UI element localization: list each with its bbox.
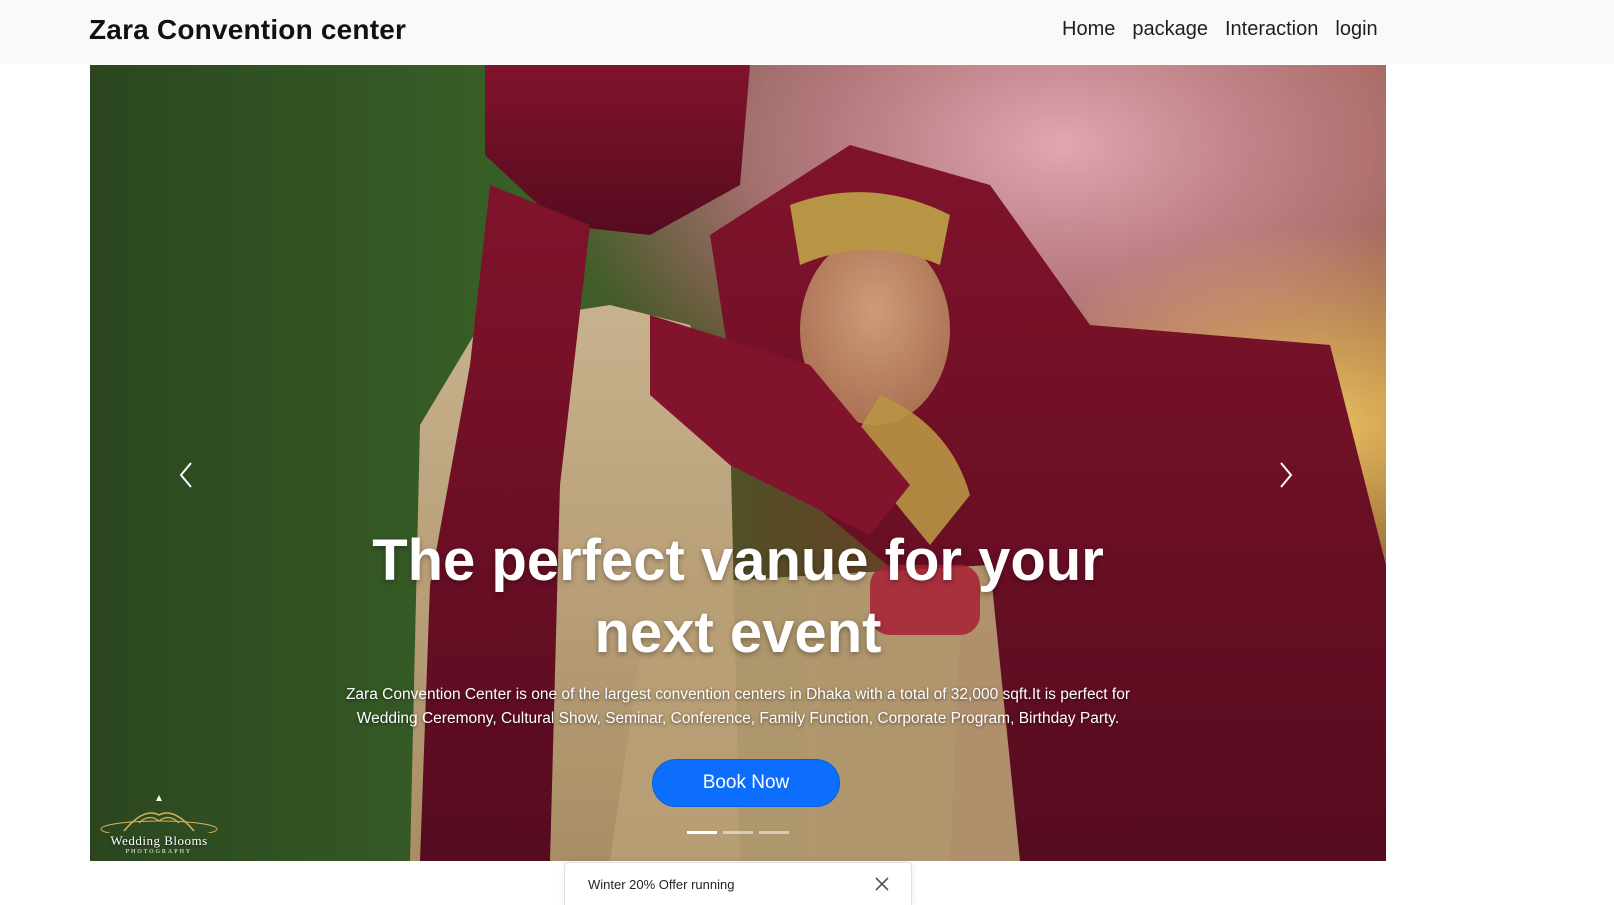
nav-link-login[interactable]: login [1335, 18, 1377, 41]
nav-link-package[interactable]: package [1132, 18, 1208, 41]
hero-carousel: The perfect vanue for your next event Za… [90, 65, 1386, 861]
offer-toast-message: Winter 20% Offer running [588, 877, 735, 892]
hero-wedding-photo [90, 65, 1386, 861]
navbar: Zara Convention center Home package Inte… [0, 0, 1614, 64]
watermark-subtitle: PHOTOGRAPHY [125, 849, 193, 855]
close-icon [875, 877, 889, 891]
toast-close-button[interactable] [871, 873, 893, 895]
hero-description-line1: Zara Convention Center is one of the lar… [345, 686, 1131, 703]
carousel-indicator-1[interactable] [687, 831, 717, 834]
watermark-title: Wedding Blooms [110, 833, 208, 848]
carousel-next-button[interactable] [1256, 445, 1316, 505]
brand-logo-text[interactable]: Zara Convention center [89, 14, 406, 46]
nav-links: Home package Interaction login [1062, 18, 1378, 41]
offer-toast: Winter 20% Offer running [564, 862, 912, 905]
carousel-indicators [687, 831, 789, 834]
carousel-indicator-2[interactable] [723, 831, 753, 834]
carousel-prev-button[interactable] [156, 445, 216, 505]
photographer-watermark-logo: Wedding Blooms PHOTOGRAPHY [94, 793, 224, 857]
nav-link-home[interactable]: Home [1062, 18, 1115, 41]
chevron-left-icon [179, 462, 192, 488]
chevron-right-icon [1280, 462, 1293, 488]
hero-description-line2: Wedding Ceremony, Cultural Show, Seminar… [356, 710, 1120, 727]
hero-headline-line2: next event [594, 600, 882, 665]
nav-link-interaction[interactable]: Interaction [1225, 18, 1318, 41]
carousel-indicator-3[interactable] [759, 831, 789, 834]
hero-description: Zara Convention Center is one of the lar… [260, 683, 1216, 731]
hero-caption: The perfect vanue for your next event Za… [260, 525, 1216, 731]
hero-headline-line1: The perfect vanue for your [372, 528, 1104, 593]
hero-headline: The perfect vanue for your next event [260, 525, 1216, 669]
book-now-button[interactable]: Book Now [652, 759, 840, 807]
watermark-ornament-icon [100, 795, 218, 833]
